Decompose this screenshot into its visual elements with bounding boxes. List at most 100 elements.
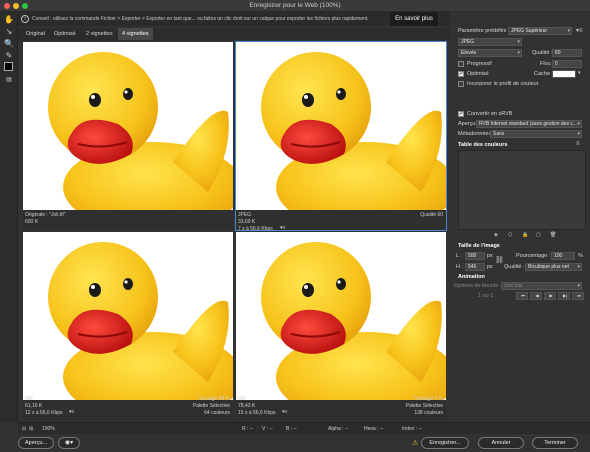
pane-size: 78,43 K — [238, 403, 256, 409]
red-readout: R : -- — [242, 426, 254, 432]
status-bar: ⊟ ⊞ 100% R : -- V : -- B : -- Alpha : --… — [18, 422, 590, 434]
pane-caption: Originale : "Joli.tif" — [25, 212, 66, 218]
animation-header: Animation — [458, 274, 485, 280]
image-size-header: Taille de l'image — [458, 243, 500, 249]
resample-select[interactable]: Bicubique plus net — [525, 263, 582, 271]
duck-image — [236, 232, 446, 400]
color-table[interactable] — [458, 150, 586, 230]
blur-input[interactable]: 0 — [552, 60, 582, 68]
pane-size: 33,69 K — [238, 219, 256, 225]
preset-menu-icon[interactable]: ▾≡ — [576, 27, 583, 34]
zoom-level[interactable]: 100% — [42, 426, 55, 432]
progressive-checkbox[interactable] — [458, 61, 464, 67]
first-frame-button[interactable]: ⏮ — [516, 292, 528, 300]
preview-pane-original[interactable]: Originale : "Joli.tif" 600 K — [23, 42, 233, 230]
percent-unit: % — [578, 253, 583, 259]
preview-profile-select[interactable]: RVB Internet standard (sans gestion des … — [476, 120, 582, 128]
hand-tool-icon[interactable]: ✋ — [4, 14, 14, 24]
loop-options-label: Options de boucle : — [454, 283, 502, 289]
zoom-in-icon[interactable]: ⊞ — [29, 426, 33, 432]
pane-dither: Tramage 88 % — [197, 396, 230, 402]
web-shift-icon[interactable]: ⬡ — [508, 232, 512, 238]
color-table-header: Table des couleurs — [458, 142, 508, 148]
pane-format: GIF — [25, 396, 34, 402]
pane-palette: Palette Sélective — [192, 403, 230, 409]
new-color-icon[interactable]: ▢ — [536, 232, 541, 238]
height-label: H : — [456, 264, 464, 270]
matte-label: Cache : — [534, 71, 553, 77]
duck-image — [23, 42, 233, 210]
slice-select-tool-icon[interactable]: ↘ — [4, 26, 14, 36]
play-button[interactable]: ▶ — [544, 292, 556, 300]
progressive-label: Progressif — [467, 61, 492, 67]
save-button[interactable]: Enregistrer... — [421, 437, 469, 449]
hex-readout: Hexa : -- — [364, 426, 384, 432]
info-icon: i — [21, 15, 29, 23]
embed-profile-checkbox[interactable] — [458, 81, 464, 87]
width-unit: px — [487, 253, 493, 259]
preview-button[interactable]: Aperçu... — [18, 437, 54, 449]
optimized-label: Optimisé — [467, 71, 489, 77]
percent-input[interactable]: 100 — [551, 252, 575, 260]
preview-pane-gif-0[interactable]: GIF 78,43 K 15 s à 56,6 Kbps ▾≡ Tramage … — [236, 232, 446, 420]
embed-profile-label: Incorporer le profil de couleur — [467, 81, 539, 87]
learn-more-button[interactable]: En savoir plus — [390, 12, 438, 26]
pane-download-time: 15 s à 56,6 Kbps — [238, 410, 276, 416]
loop-options-select[interactable]: Une fois — [501, 282, 582, 290]
tip-text: Conseil : utilisez la commande Fichier >… — [32, 16, 369, 22]
index-readout: Index : -- — [402, 426, 422, 432]
width-input[interactable]: 500 — [465, 252, 485, 260]
convert-srgb-checkbox[interactable] — [458, 110, 464, 117]
warning-icon: ⚠ — [412, 440, 419, 447]
map-colors-icon[interactable]: ◈ — [494, 232, 498, 238]
bottom-bar: Aperçu... ◉▾ ⚠ Enregistrer... Annuler Te… — [0, 434, 590, 452]
preset-select[interactable]: JPEG Supérieur — [508, 27, 572, 35]
zoom-tool-icon[interactable]: 🔍 — [4, 38, 14, 48]
pane-format: JPEG — [238, 212, 252, 218]
toggle-slices-icon[interactable]: ▤ — [4, 74, 14, 84]
resample-label: Qualité : — [504, 264, 525, 270]
lock-color-icon[interactable]: 🔒 — [522, 232, 528, 238]
download-speed-menu-icon[interactable]: ▾≡ — [282, 409, 287, 415]
zoom-out-icon[interactable]: ⊟ — [22, 426, 26, 432]
preview-pane-gif-88[interactable]: GIF 61,16 K 12 s à 56,6 Kbps ▾≡ Tramage … — [23, 232, 233, 420]
constrain-proportions-icon[interactable]: ⛓ — [495, 256, 504, 264]
window-title: Enregistrer pour le Web (100%) — [249, 2, 341, 9]
optimized-checkbox[interactable] — [458, 70, 464, 77]
tab-2-up[interactable]: 2 vignettes — [82, 28, 117, 40]
pane-download-time: 12 s à 56,6 Kbps — [25, 410, 63, 416]
metadata-select[interactable]: Sans — [490, 130, 582, 138]
alpha-readout: Alpha : -- — [328, 426, 349, 432]
tip-bar: i Conseil : utilisez la commande Fichier… — [18, 12, 450, 26]
height-input[interactable]: 546 — [465, 263, 485, 271]
download-speed-menu-icon[interactable]: ▾≡ — [69, 409, 74, 415]
format-select[interactable]: JPEG — [458, 38, 522, 46]
quality-level-select[interactable]: Élevée — [458, 49, 522, 57]
duck-image — [23, 232, 233, 400]
metadata-label: Métadonnées : — [458, 131, 495, 137]
done-button[interactable]: Terminer — [532, 437, 578, 449]
next-frame-button[interactable]: ▶| — [558, 292, 570, 300]
matte-color-swatch[interactable] — [552, 70, 576, 78]
frame-counter: 1 sur 1 — [478, 293, 494, 299]
cancel-button[interactable]: Annuler — [478, 437, 524, 449]
preview-pane-jpeg[interactable]: JPEG 33,69 K 7 s à 56,6 Kbps ▾≡ Qualité … — [235, 41, 447, 232]
width-label: L : — [456, 253, 462, 259]
pane-size: 61,16 K — [25, 403, 43, 409]
eyedropper-tool-icon[interactable]: ✎ — [4, 50, 14, 60]
quality-input[interactable]: 60 — [552, 49, 582, 57]
tab-optimized[interactable]: Optimisé — [50, 28, 80, 40]
delete-color-icon[interactable]: 🗑 — [550, 232, 556, 238]
tab-original[interactable]: Original — [22, 28, 49, 40]
color-table-menu-icon[interactable]: ≡ — [576, 141, 580, 147]
pane-format: GIF — [238, 396, 247, 402]
browser-select-button[interactable]: ◉▾ — [58, 437, 80, 449]
download-speed-menu-icon[interactable]: ▾≡ — [280, 225, 285, 231]
pane-colors: 138 couleurs — [414, 410, 443, 416]
eyedropper-color-swatch[interactable] — [4, 62, 13, 71]
prev-frame-button[interactable]: ◀ — [530, 292, 542, 300]
percent-label: Pourcentage : — [516, 253, 551, 259]
last-frame-button[interactable]: ⏭ — [572, 292, 584, 300]
tab-4-up[interactable]: 4 vignettes — [118, 28, 153, 40]
matte-dropdown-icon[interactable]: ▾ — [578, 70, 581, 76]
